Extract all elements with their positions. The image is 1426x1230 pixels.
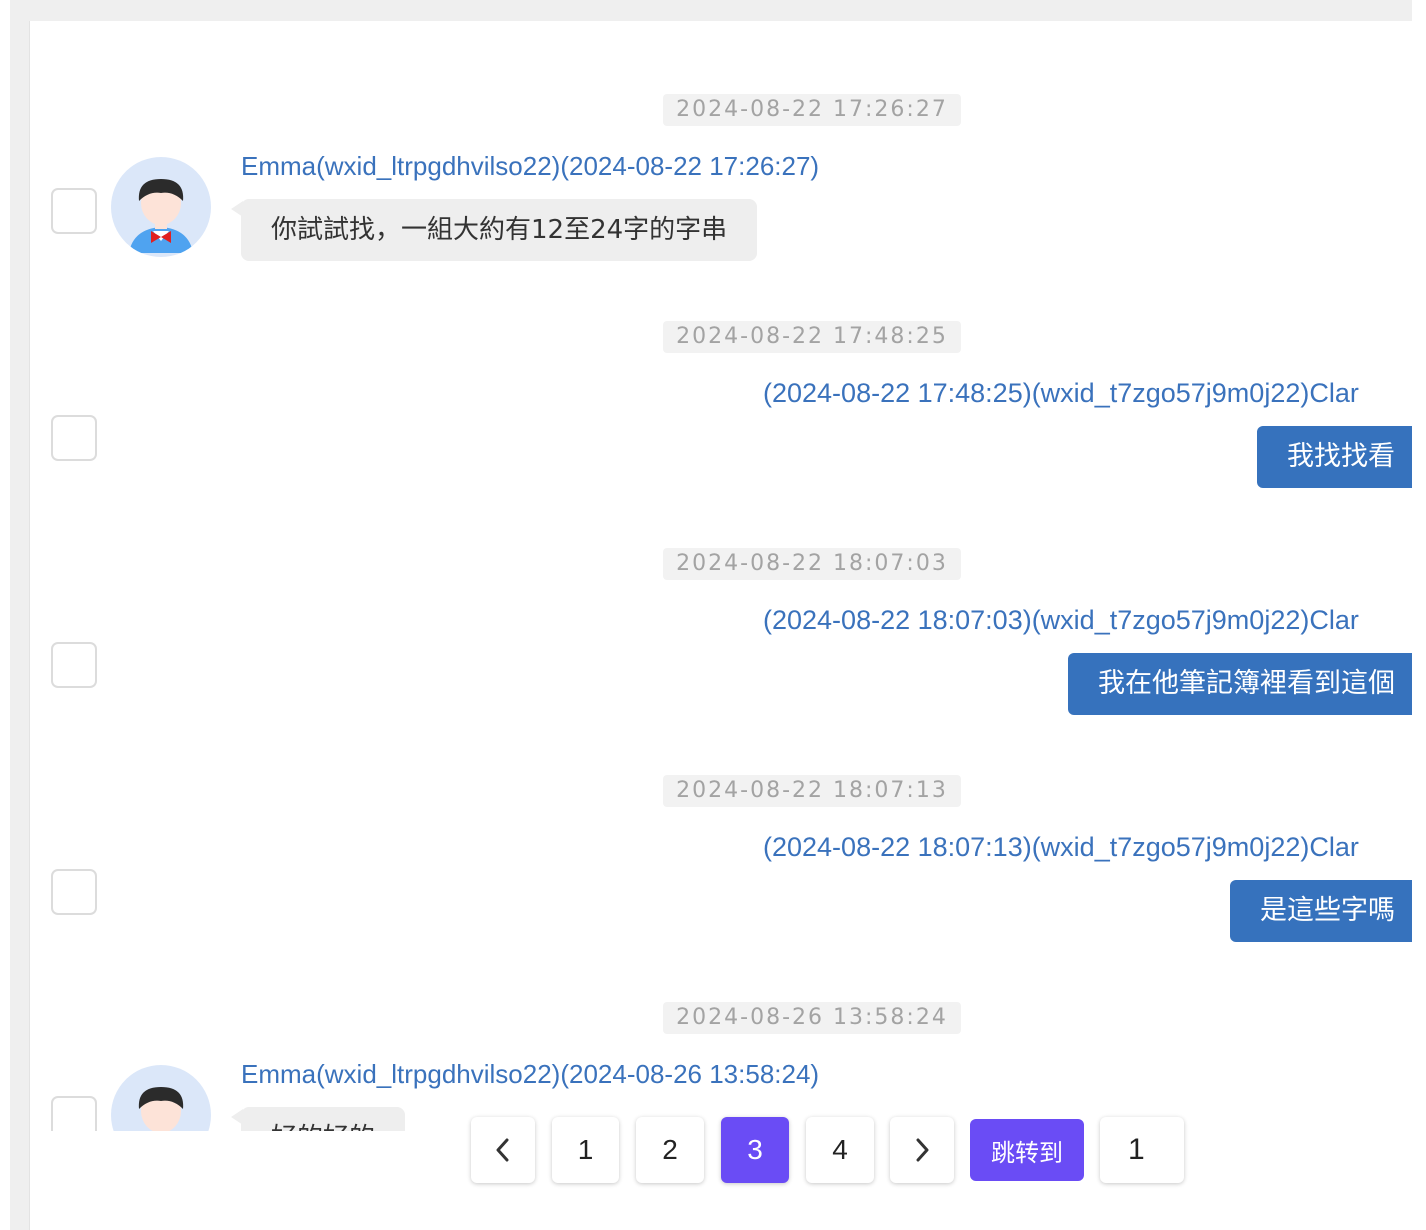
- message-bubble: 你試試找，一組大約有12至24字的字串: [230, 199, 758, 261]
- next-page-button[interactable]: [890, 1117, 954, 1183]
- sender-name: Emma(wxid_ltrpgdhvilso22)(2024-08-22 17:…: [241, 151, 820, 181]
- timestamp-divider: 2024-08-22 18:07:13: [663, 775, 961, 807]
- page-button-2[interactable]: 2: [636, 1117, 704, 1183]
- message-select-checkbox[interactable]: [51, 188, 97, 234]
- chat-panel: 2024-08-22 17:26:27 Emma(wxid_ltrpgdhvil…: [29, 21, 1413, 1230]
- avatar: [111, 157, 211, 257]
- message-select-checkbox[interactable]: [51, 642, 97, 688]
- message-bubble: 是這些字嗎: [1230, 880, 1413, 942]
- message-select-checkbox[interactable]: [51, 1096, 97, 1131]
- prev-page-button[interactable]: [471, 1117, 535, 1183]
- page-button-3-current[interactable]: 3: [721, 1117, 789, 1183]
- user-avatar-icon: [138, 1087, 184, 1131]
- timestamp-divider: 2024-08-22 17:26:27: [663, 94, 961, 126]
- message-bubble: 好的好的: [230, 1107, 406, 1131]
- sender-name: Emma(wxid_ltrpgdhvilso22)(2024-08-26 13:…: [241, 1059, 820, 1089]
- sender-name: (2024-08-22 17:48:25)(wxid_t7zgo57j9m0j2…: [763, 378, 1359, 408]
- message-select-checkbox[interactable]: [51, 415, 97, 461]
- timestamp-divider: 2024-08-22 17:48:25: [663, 321, 961, 353]
- page-button-1[interactable]: 1: [552, 1117, 619, 1183]
- avatar: [111, 1065, 211, 1131]
- user-avatar-icon: [129, 179, 193, 253]
- chevron-right-icon: [916, 1138, 929, 1162]
- page-margin-right: [1412, 0, 1426, 1230]
- message-bubble: 我在他筆記簿裡看到這個: [1068, 653, 1413, 715]
- message-list[interactable]: 2024-08-22 17:26:27 Emma(wxid_ltrpgdhvil…: [30, 21, 1413, 1131]
- message-bubble: 我找找看: [1257, 426, 1413, 488]
- timestamp-divider: 2024-08-22 18:07:03: [663, 548, 961, 580]
- sender-name: (2024-08-22 18:07:03)(wxid_t7zgo57j9m0j2…: [763, 605, 1359, 635]
- jump-to-page-button[interactable]: 跳转到: [970, 1119, 1084, 1181]
- jump-page-input[interactable]: 1: [1100, 1117, 1184, 1183]
- page-margin: [0, 0, 10, 1230]
- message-select-checkbox[interactable]: [51, 869, 97, 915]
- timestamp-divider: 2024-08-26 13:58:24: [663, 1002, 961, 1034]
- page-button-4[interactable]: 4: [806, 1117, 874, 1183]
- chevron-left-icon: [496, 1138, 509, 1162]
- sender-name: (2024-08-22 18:07:13)(wxid_t7zgo57j9m0j2…: [763, 832, 1359, 862]
